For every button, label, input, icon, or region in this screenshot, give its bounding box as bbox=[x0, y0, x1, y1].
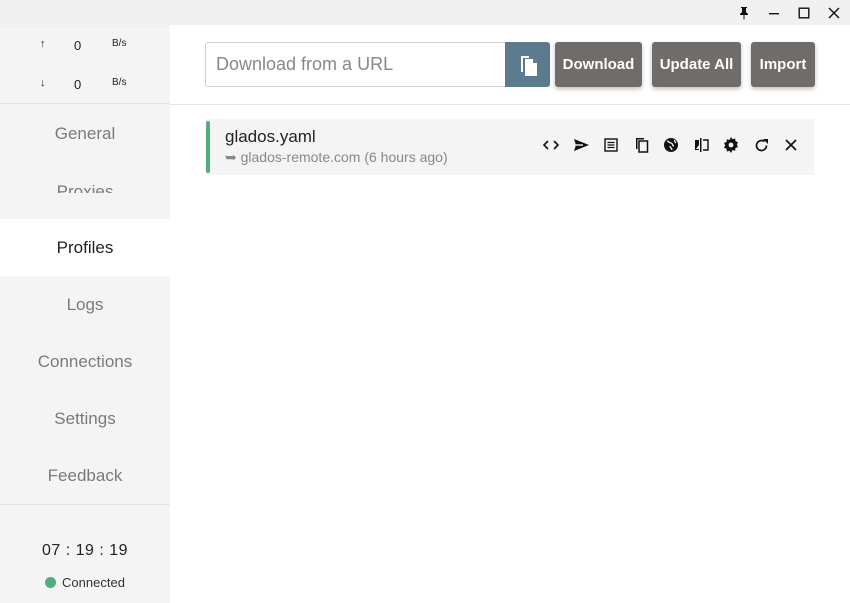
status-dot-icon bbox=[45, 577, 57, 588]
list-icon[interactable] bbox=[596, 133, 626, 157]
sidebar-item-profiles[interactable]: Profiles bbox=[0, 219, 170, 276]
send-icon[interactable] bbox=[566, 133, 596, 157]
close-icon[interactable] bbox=[776, 133, 806, 157]
sidebar-item-connections[interactable]: Connections bbox=[0, 333, 170, 390]
sidebar: ↑ 0 B/s ↓ 0 B/s General Proxies Profiles… bbox=[0, 25, 170, 603]
url-input[interactable] bbox=[205, 42, 505, 87]
maximize-icon[interactable] bbox=[789, 0, 819, 25]
sidebar-item-settings[interactable]: Settings bbox=[0, 390, 170, 447]
window-close-icon[interactable] bbox=[819, 0, 849, 25]
upload-arrow-icon: ↑ bbox=[40, 38, 46, 50]
download-arrow-icon: ↓ bbox=[40, 77, 46, 89]
upload-value: 0 bbox=[74, 38, 82, 53]
gear-icon[interactable] bbox=[716, 133, 746, 157]
upload-unit: B/s bbox=[112, 38, 127, 49]
update-all-button[interactable]: Update All bbox=[652, 42, 741, 87]
upload-speed: ↑ 0 B/s bbox=[0, 38, 170, 58]
traffic-panel: ↑ 0 B/s ↓ 0 B/s bbox=[0, 25, 170, 104]
download-button[interactable]: Download bbox=[555, 42, 642, 87]
window-titlebar bbox=[0, 0, 850, 25]
sidebar-item-feedback[interactable]: Feedback bbox=[0, 447, 170, 504]
uptime-clock: 07 : 19 : 19 bbox=[41, 542, 129, 559]
profile-actions bbox=[536, 133, 806, 157]
copy-icon[interactable] bbox=[626, 133, 656, 157]
sidebar-item-logs[interactable]: Logs bbox=[0, 276, 170, 333]
sidebar-item-proxies[interactable]: Proxies bbox=[0, 162, 170, 201]
main-panel: Download Update All Import glados.yaml ➥… bbox=[170, 25, 850, 603]
globe-icon[interactable] bbox=[656, 133, 686, 157]
download-value: 0 bbox=[74, 77, 82, 92]
active-profile-indicator bbox=[206, 121, 210, 173]
profile-toolbar: Download Update All Import bbox=[170, 25, 850, 105]
connection-status: Connected bbox=[0, 575, 170, 590]
profile-name: glados.yaml bbox=[225, 127, 316, 146]
profile-card[interactable]: glados.yaml ➥ glados-remote.com (6 hours… bbox=[206, 119, 814, 175]
download-unit: B/s bbox=[112, 77, 127, 88]
sidebar-item-general[interactable]: General bbox=[0, 105, 170, 162]
paste-icon bbox=[520, 55, 537, 76]
pin-icon[interactable] bbox=[729, 0, 759, 25]
code-icon[interactable] bbox=[536, 133, 566, 157]
download-speed: ↓ 0 B/s bbox=[0, 77, 170, 97]
compare-icon[interactable] bbox=[686, 133, 716, 157]
sidebar-corner-top bbox=[0, 193, 170, 218]
import-button[interactable]: Import bbox=[751, 42, 815, 87]
refresh-icon[interactable] bbox=[746, 133, 776, 157]
minimize-icon[interactable] bbox=[759, 0, 789, 25]
profile-source: ➥ glados-remote.com (6 hours ago) bbox=[225, 149, 448, 165]
sidebar-divider bbox=[0, 504, 170, 505]
status-label: Connected bbox=[62, 575, 125, 590]
paste-button[interactable] bbox=[505, 42, 550, 87]
